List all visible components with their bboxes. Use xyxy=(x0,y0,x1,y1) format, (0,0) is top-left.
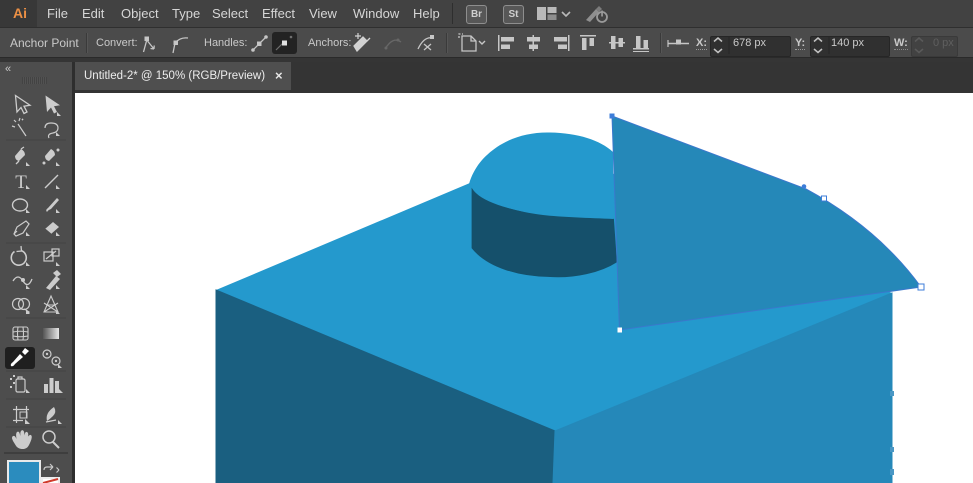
svg-text:T: T xyxy=(15,172,27,193)
